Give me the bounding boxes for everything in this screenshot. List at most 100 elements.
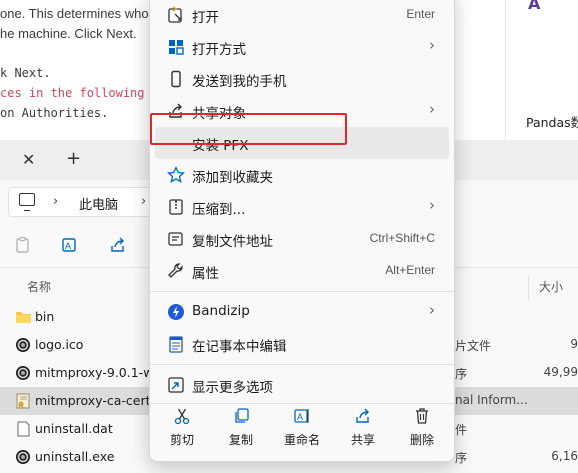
menu-item-install-pfx[interactable]: 安装 PFX bbox=[155, 127, 449, 159]
cert-file-icon bbox=[16, 393, 30, 409]
file-name: bin bbox=[35, 309, 55, 324]
file-size: 6,16 bbox=[551, 449, 578, 463]
open-with-icon bbox=[169, 40, 184, 55]
menu-shortcut: Enter bbox=[406, 7, 435, 21]
menu-item-compress[interactable]: 压缩到... › bbox=[155, 191, 449, 223]
chevron-right-icon[interactable]: › bbox=[141, 194, 146, 209]
action-label: 复制 bbox=[228, 433, 253, 447]
context-menu: 打开 Enter 打开方式 › 发送到我的手机 共享对象 › 安装 PFX 添加… bbox=[149, 0, 455, 462]
dat-file-icon bbox=[17, 421, 30, 437]
breadcrumb-this-pc[interactable]: 此电脑 bbox=[79, 194, 118, 213]
phone-icon bbox=[171, 70, 181, 88]
file-size: 9 bbox=[570, 337, 578, 351]
menu-item-open[interactable]: 打开 Enter bbox=[155, 0, 449, 31]
share-button[interactable]: 共享 bbox=[335, 403, 391, 453]
more-options-icon bbox=[168, 377, 184, 393]
computer-icon bbox=[19, 193, 35, 211]
cut-button[interactable]: 剪切 bbox=[154, 403, 210, 453]
menu-item-label: 在记事本中编辑 bbox=[192, 339, 287, 355]
file-type: 序 bbox=[455, 367, 468, 381]
exe-file-icon bbox=[16, 366, 30, 380]
menu-item-edit-in-notepad[interactable]: 在记事本中编辑 bbox=[155, 328, 449, 360]
file-name: uninstall.dat bbox=[35, 421, 113, 436]
delete-icon bbox=[416, 408, 428, 424]
wrench-icon bbox=[168, 263, 183, 278]
menu-item-label: 安装 PFX bbox=[192, 138, 249, 154]
column-divider[interactable] bbox=[528, 276, 529, 300]
file-name: uninstall.exe bbox=[35, 449, 115, 464]
svg-text:A: A bbox=[65, 241, 71, 251]
share-icon bbox=[169, 103, 182, 118]
column-name-header[interactable]: 名称 bbox=[27, 278, 51, 295]
chevron-right-icon: › bbox=[429, 301, 435, 319]
chevron-right-icon: › bbox=[429, 100, 435, 118]
menu-item-label: 打开 bbox=[192, 10, 219, 26]
chevron-right-icon: › bbox=[429, 36, 435, 54]
star-icon bbox=[167, 166, 185, 184]
menu-item-share-with[interactable]: 共享对象 › bbox=[155, 95, 449, 127]
menu-shortcut: Ctrl+Shift+C bbox=[369, 231, 435, 245]
rename-icon[interactable]: A bbox=[61, 236, 79, 254]
menu-item-add-to-favorites[interactable]: 添加到收藏夹 bbox=[155, 159, 449, 191]
exe-file-icon bbox=[16, 450, 30, 464]
file-type: 片文件 bbox=[455, 339, 492, 353]
delete-button[interactable]: 删除 bbox=[394, 403, 450, 453]
share-icon[interactable] bbox=[109, 236, 127, 254]
menu-item-send-to-phone[interactable]: 发送到我的手机 bbox=[155, 63, 449, 95]
file-name: mitmproxy-ca-cert.p bbox=[35, 393, 163, 408]
paste-icon[interactable] bbox=[14, 236, 32, 254]
new-tab-button[interactable]: + bbox=[66, 148, 81, 169]
file-name: mitmproxy-9.0.1-wir bbox=[35, 365, 163, 380]
menu-item-open-with[interactable]: 打开方式 › bbox=[155, 31, 449, 63]
menu-item-bandizip[interactable]: Bandizip › bbox=[155, 296, 449, 328]
svg-text:A: A bbox=[297, 412, 303, 422]
rename-icon: A bbox=[294, 409, 309, 423]
file-name: logo.ico bbox=[35, 337, 84, 352]
compress-icon bbox=[169, 199, 183, 215]
action-label: 共享 bbox=[350, 433, 375, 447]
menu-item-label: 压缩到... bbox=[192, 202, 246, 218]
right-sidebar: A Pandas数 bbox=[505, 0, 578, 140]
menu-item-label: 显示更多选项 bbox=[192, 380, 273, 396]
close-tab-icon[interactable]: ✕ bbox=[22, 150, 35, 169]
sidebar-link[interactable]: Pandas数 bbox=[526, 112, 578, 131]
action-label: 剪切 bbox=[169, 433, 194, 447]
menu-item-label: 打开方式 bbox=[192, 42, 246, 58]
menu-item-label: 发送到我的手机 bbox=[192, 74, 287, 90]
doc-line: he machine. Click Next. bbox=[0, 26, 137, 41]
open-icon bbox=[168, 6, 182, 23]
file-size: 49,99 bbox=[543, 365, 578, 379]
menu-item-label: 添加到收藏夹 bbox=[192, 170, 273, 186]
file-type: 序 bbox=[455, 451, 468, 465]
file-type: nal Inform... bbox=[455, 393, 528, 407]
rename-button[interactable]: A 重命名 bbox=[274, 403, 330, 453]
doc-line: on Authorities. bbox=[0, 106, 109, 120]
menu-item-copy-path[interactable]: 复制文件地址 Ctrl+Shift+C bbox=[155, 223, 449, 255]
column-size-header[interactable]: 大小 bbox=[539, 278, 563, 295]
doc-line: one. This determines who wil bbox=[0, 6, 168, 21]
copy-icon bbox=[235, 408, 249, 423]
menu-separator bbox=[150, 291, 454, 292]
menu-item-show-more-options[interactable]: 显示更多选项 bbox=[155, 369, 449, 401]
copy-button[interactable]: 复制 bbox=[213, 403, 269, 453]
doc-line: ces in the following s bbox=[0, 86, 159, 100]
share-icon bbox=[356, 408, 369, 423]
menu-item-label: 属性 bbox=[192, 266, 219, 282]
bandizip-icon bbox=[168, 304, 184, 320]
menu-shortcut: Alt+Enter bbox=[385, 263, 435, 277]
folder-icon bbox=[16, 312, 31, 323]
file-type: 件 bbox=[455, 423, 468, 437]
notepad-icon bbox=[169, 336, 183, 353]
menu-separator bbox=[150, 364, 454, 365]
menu-item-label: Bandizip bbox=[192, 303, 250, 319]
menu-item-properties[interactable]: 属性 Alt+Enter bbox=[155, 255, 449, 287]
menu-item-label: 共享对象 bbox=[192, 106, 246, 122]
chevron-right-icon: › bbox=[429, 196, 435, 214]
copy-path-icon bbox=[168, 232, 183, 246]
action-label: 删除 bbox=[409, 433, 434, 447]
chevron-right-icon[interactable]: › bbox=[53, 194, 58, 209]
doc-line: k Next. bbox=[0, 66, 51, 80]
menu-item-label: 复制文件地址 bbox=[192, 234, 273, 250]
cut-icon bbox=[174, 408, 190, 425]
ico-file-icon bbox=[16, 338, 30, 352]
